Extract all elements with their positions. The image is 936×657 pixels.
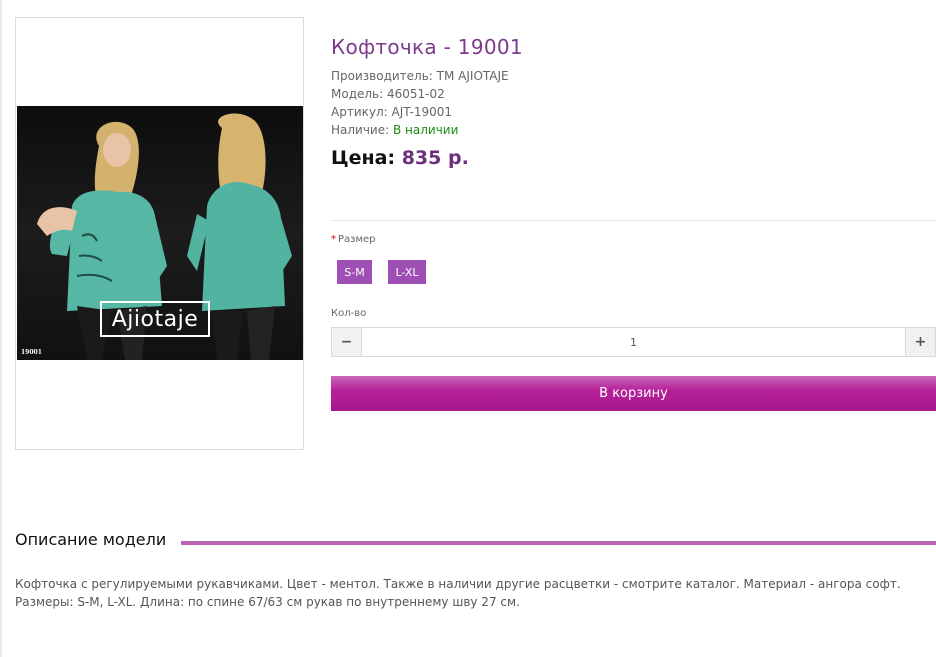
size-label-text: Размер (338, 234, 376, 245)
size-button-l-xl[interactable]: L-XL (388, 260, 426, 284)
spec-sku: Артикул: AJT-19001 (331, 105, 452, 119)
description-title: Описание модели (15, 530, 167, 549)
spec-availability: Наличие: В наличии (331, 123, 458, 137)
quantity-label: Кол-во (331, 308, 367, 319)
spec-manufacturer-value[interactable]: ТМ AJIOTAJE (437, 69, 509, 83)
description-text: Кофточка с регулируемыми рукавчиками. Цв… (15, 577, 901, 609)
spec-model: Модель: 46051-02 (331, 87, 445, 101)
quantity-increase-button[interactable]: + (905, 327, 936, 357)
spec-model-label: Модель: (331, 87, 384, 101)
availability-status: В наличии (393, 123, 459, 137)
size-option-label: * Размер (331, 234, 376, 245)
price-block: Цена: 835 р. (331, 147, 469, 169)
quantity-input[interactable] (362, 327, 905, 357)
quantity-decrease-button[interactable]: − (331, 327, 362, 357)
page-edge (0, 0, 2, 657)
spec-model-value: 46051-02 (387, 87, 445, 101)
photo-code-label: 19001 (21, 349, 42, 356)
size-button-s-m[interactable]: S-M (337, 260, 372, 284)
spec-manufacturer: Производитель: ТМ AJIOTAJE (331, 69, 509, 83)
spec-sku-label: Артикул: (331, 105, 388, 119)
price-label: Цена: (331, 147, 396, 169)
product-image-card[interactable]: Ajiotaje 19001 (15, 17, 304, 450)
product-photo[interactable]: Ajiotaje 19001 (17, 106, 303, 360)
spec-manufacturer-label: Производитель: (331, 69, 433, 83)
price-value: 835 р. (401, 147, 469, 169)
product-title: Кофточка - 19001 (331, 35, 523, 59)
spec-availability-label: Наличие: (331, 123, 390, 137)
divider (331, 220, 936, 221)
required-mark: * (331, 234, 336, 245)
spec-sku-value: AJT-19001 (391, 105, 452, 119)
description-title-underline (181, 541, 936, 545)
add-to-cart-button[interactable]: В корзину (331, 376, 936, 411)
photo-brand-logo: Ajiotaje (100, 301, 210, 337)
